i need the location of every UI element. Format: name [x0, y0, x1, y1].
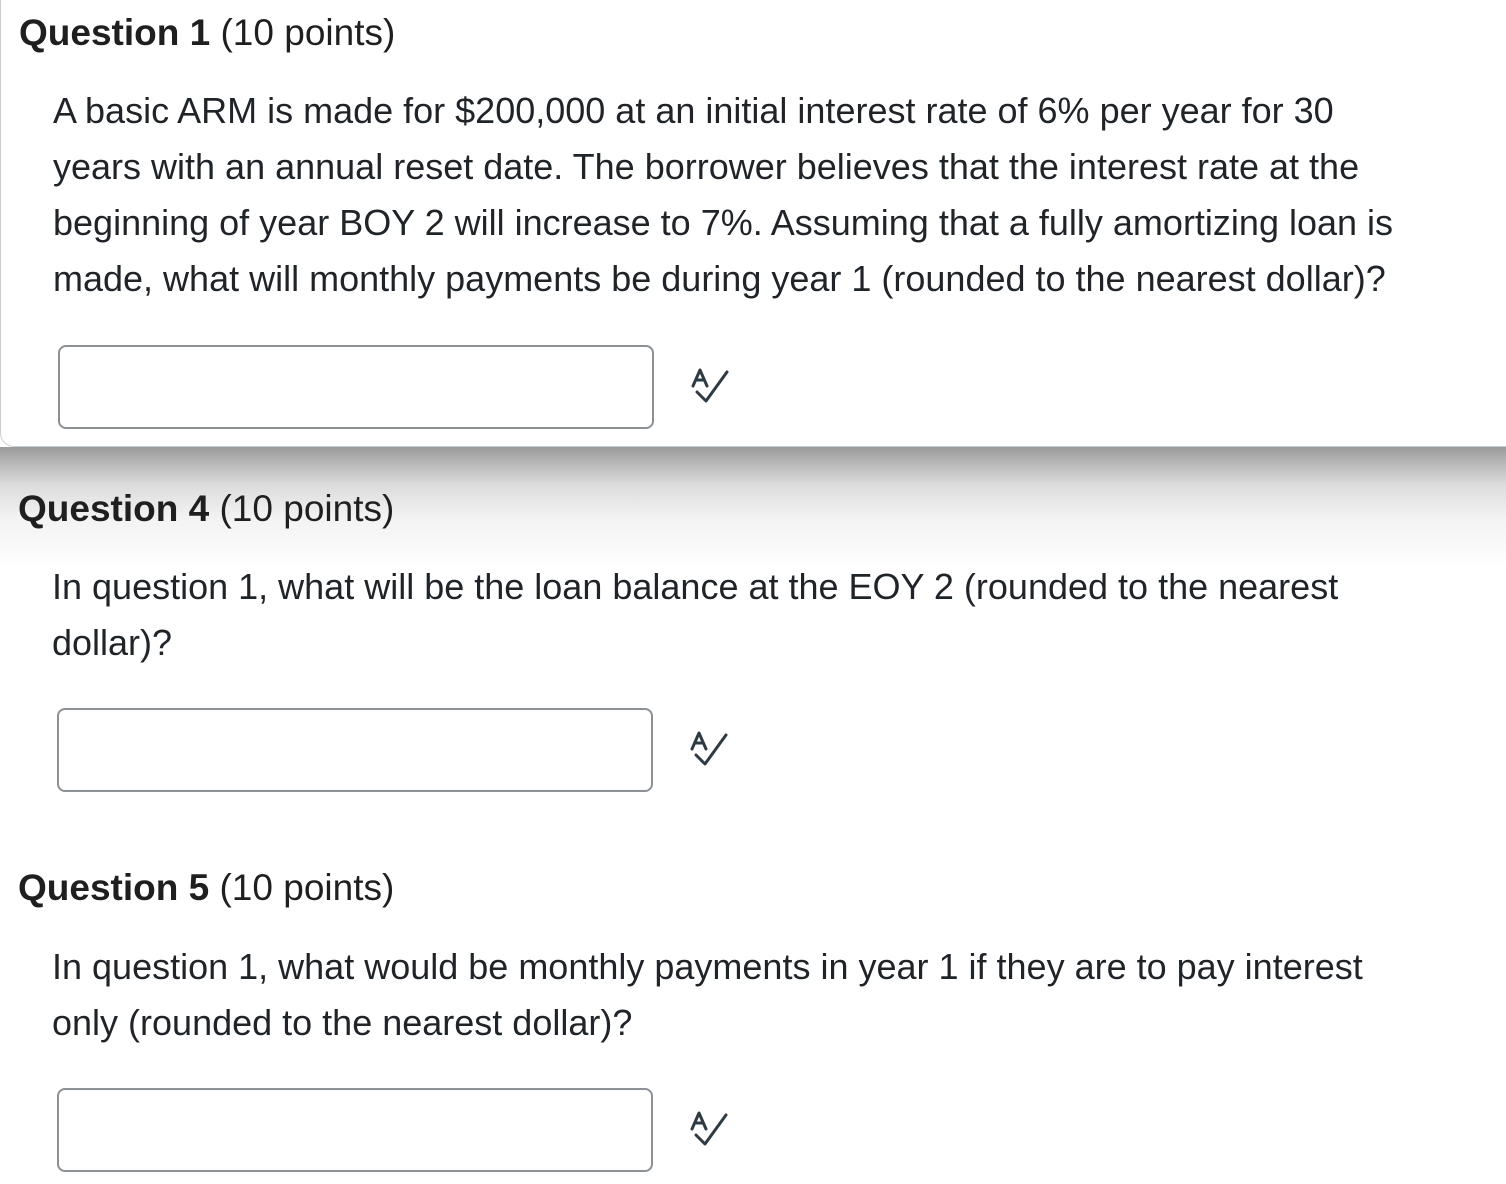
question-5-title: Question 5 (10 points) [18, 865, 394, 911]
question-1-line-3: beginning of year BOY 2 will increase to… [53, 202, 1394, 243]
question-5-line-2: only (rounded to the nearest dollar)? [52, 1002, 633, 1043]
spell-check-icon[interactable] [688, 729, 732, 769]
question-4-line-2: dollar)? [52, 622, 173, 663]
question-5-line-1: In question 1, what would be monthly pay… [52, 946, 1363, 987]
question-1-text: A basic ARM is made for $200,000 at an i… [53, 83, 1503, 307]
question-1-answer-input[interactable] [58, 345, 654, 429]
quiz-page: Question 1 (10 points) A basic ARM is ma… [0, 0, 1506, 1184]
question-5-label: Question 5 [18, 867, 210, 908]
question-1-points: (10 points) [220, 12, 396, 53]
question-1-card: Question 1 (10 points) A basic ARM is ma… [0, 0, 1506, 447]
question-1-line-1: A basic ARM is made for $200,000 at an i… [53, 90, 1334, 131]
question-1-title: Question 1 (10 points) [19, 10, 395, 56]
spell-check-icon[interactable] [689, 366, 733, 406]
question-5-text: In question 1, what would be monthly pay… [52, 939, 1502, 1051]
spell-check-icon[interactable] [688, 1109, 732, 1149]
question-1-line-2: years with an annual reset date. The bor… [53, 146, 1360, 187]
question-5-answer-input[interactable] [57, 1088, 653, 1172]
question-1-line-4: made, what will monthly payments be duri… [53, 258, 1386, 299]
question-4-points: (10 points) [219, 488, 395, 529]
question-4-answer-input[interactable] [57, 708, 653, 792]
question-4-label: Question 4 [18, 488, 210, 529]
question-5-points: (10 points) [219, 867, 395, 908]
question-4-title: Question 4 (10 points) [18, 486, 394, 532]
question-4-line-1: In question 1, what will be the loan bal… [52, 566, 1339, 607]
question-4-text: In question 1, what will be the loan bal… [52, 559, 1502, 671]
question-1-label: Question 1 [19, 12, 211, 53]
